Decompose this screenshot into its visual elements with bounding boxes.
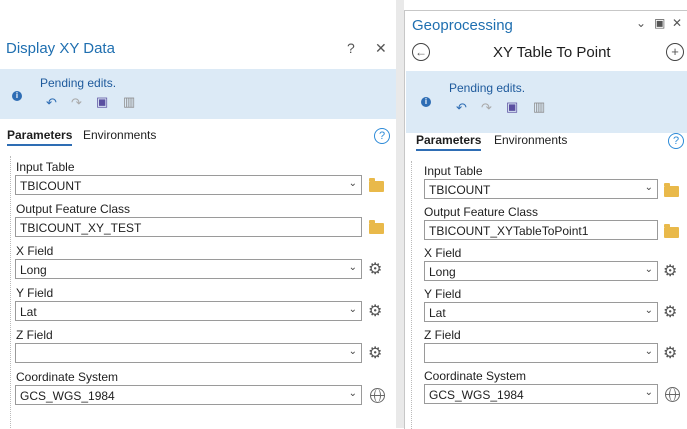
y-field-value: Lat [429, 306, 446, 320]
folder-icon[interactable] [664, 183, 679, 197]
output-feature-class-input[interactable]: TBICOUNT_XY_TEST [15, 217, 362, 237]
info-icon: i [12, 91, 22, 101]
chevron-down-icon[interactable]: ⌄ [636, 16, 646, 30]
chevron-down-icon: ⌄ [644, 305, 653, 316]
chevron-down-icon: ⌄ [644, 346, 653, 357]
x-field-value: Long [20, 263, 47, 277]
y-field-label: Y Field [424, 287, 462, 301]
gear-icon[interactable]: ⚙ [368, 301, 382, 321]
chevron-down-icon: ⌄ [644, 182, 653, 193]
x-field-dropdown[interactable]: Long ⌄ [424, 261, 658, 281]
redo-icon[interactable]: ↷ [481, 100, 492, 116]
gear-icon[interactable]: ⚙ [663, 302, 677, 322]
back-icon[interactable]: ← [412, 43, 430, 61]
close-icon[interactable]: ✕ [672, 16, 682, 30]
tab-environments[interactable]: Environments [494, 133, 567, 147]
input-table-label: Input Table [424, 164, 483, 178]
output-feature-class-label: Output Feature Class [16, 202, 131, 216]
help-question-icon[interactable]: ? [668, 133, 684, 149]
undo-icon[interactable]: ↶ [46, 95, 57, 111]
globe-icon[interactable] [665, 387, 680, 402]
chevron-down-icon: ⌄ [644, 264, 653, 275]
input-table-label: Input Table [16, 160, 75, 174]
add-icon[interactable]: + [666, 43, 684, 61]
discard-edits-icon[interactable]: ▥ [123, 94, 135, 110]
pending-edits-text: Pending edits. [449, 81, 526, 95]
parameter-guide-line [411, 161, 413, 429]
folder-icon[interactable] [369, 220, 384, 234]
pane-title: Display XY Data [6, 40, 115, 57]
pane-splitter[interactable] [396, 0, 404, 428]
pane-title: Geoprocessing [412, 17, 513, 34]
gear-icon[interactable]: ⚙ [368, 343, 382, 363]
gear-icon[interactable]: ⚙ [368, 259, 382, 279]
tab-environments[interactable]: Environments [83, 128, 156, 142]
coordinate-system-value: GCS_WGS_1984 [429, 388, 524, 402]
chevron-down-icon: ⌄ [348, 262, 357, 273]
geoprocessing-pane: Geoprocessing ⌄ ▣ ✕ ← XY Table To Point … [404, 10, 687, 429]
parameter-guide-line [10, 156, 12, 428]
output-feature-class-value: TBICOUNT_XYTableToPoint1 [429, 224, 589, 238]
chevron-down-icon: ⌄ [348, 304, 357, 315]
chevron-down-icon: ⌄ [348, 388, 357, 399]
output-feature-class-input[interactable]: TBICOUNT_XYTableToPoint1 [424, 220, 658, 240]
maximize-icon[interactable]: ▣ [654, 16, 665, 30]
coordinate-system-label: Coordinate System [16, 370, 119, 384]
tab-parameters[interactable]: Parameters [7, 128, 73, 146]
undo-icon[interactable]: ↶ [456, 100, 467, 116]
pending-edits-bar: i Pending edits. ↶ ↷ ▣ ▥ [406, 71, 687, 133]
y-field-dropdown[interactable]: Lat ⌄ [15, 301, 362, 321]
input-table-dropdown[interactable]: TBICOUNT ⌄ [424, 179, 658, 199]
z-field-dropdown[interactable]: ⌄ [424, 343, 658, 363]
x-field-dropdown[interactable]: Long ⌄ [15, 259, 362, 279]
coordinate-system-value: GCS_WGS_1984 [20, 389, 115, 403]
save-edits-icon[interactable]: ▣ [506, 99, 518, 115]
x-field-label: X Field [16, 244, 54, 258]
z-field-dropdown[interactable]: ⌄ [15, 343, 362, 363]
input-table-value: TBICOUNT [429, 183, 491, 197]
tool-title: XY Table To Point [493, 44, 611, 61]
redo-icon[interactable]: ↷ [71, 95, 82, 111]
x-field-label: X Field [424, 246, 462, 260]
folder-icon[interactable] [369, 178, 384, 192]
input-table-value: TBICOUNT [20, 179, 82, 193]
chevron-down-icon: ⌄ [348, 346, 357, 357]
coordinate-system-label: Coordinate System [424, 369, 527, 383]
gear-icon[interactable]: ⚙ [663, 343, 677, 363]
help-icon[interactable]: ? [347, 40, 355, 56]
chevron-down-icon: ⌄ [644, 387, 653, 398]
top-background [0, 0, 404, 32]
x-field-value: Long [429, 265, 456, 279]
tab-parameters[interactable]: Parameters [416, 133, 482, 151]
y-field-dropdown[interactable]: Lat ⌄ [424, 302, 658, 322]
y-field-value: Lat [20, 305, 37, 319]
coordinate-system-dropdown[interactable]: GCS_WGS_1984 ⌄ [15, 385, 362, 405]
pending-edits-bar: i Pending edits. ↶ ↷ ▣ ▥ [0, 69, 396, 119]
input-table-dropdown[interactable]: TBICOUNT ⌄ [15, 175, 362, 195]
globe-icon[interactable] [370, 388, 385, 403]
info-icon: i [421, 97, 431, 107]
folder-icon[interactable] [664, 224, 679, 238]
z-field-label: Z Field [16, 328, 53, 342]
display-xy-data-pane: Display XY Data ? ✕ i Pending edits. ↶ ↷… [0, 32, 396, 428]
output-feature-class-value: TBICOUNT_XY_TEST [20, 221, 142, 235]
gear-icon[interactable]: ⚙ [663, 261, 677, 281]
coordinate-system-dropdown[interactable]: GCS_WGS_1984 ⌄ [424, 384, 658, 404]
save-edits-icon[interactable]: ▣ [96, 94, 108, 110]
discard-edits-icon[interactable]: ▥ [533, 99, 545, 115]
pending-edits-text: Pending edits. [40, 76, 117, 90]
y-field-label: Y Field [16, 286, 54, 300]
output-feature-class-label: Output Feature Class [424, 205, 539, 219]
close-icon[interactable]: ✕ [375, 40, 387, 57]
help-question-icon[interactable]: ? [374, 128, 390, 144]
z-field-label: Z Field [424, 328, 461, 342]
chevron-down-icon: ⌄ [348, 178, 357, 189]
